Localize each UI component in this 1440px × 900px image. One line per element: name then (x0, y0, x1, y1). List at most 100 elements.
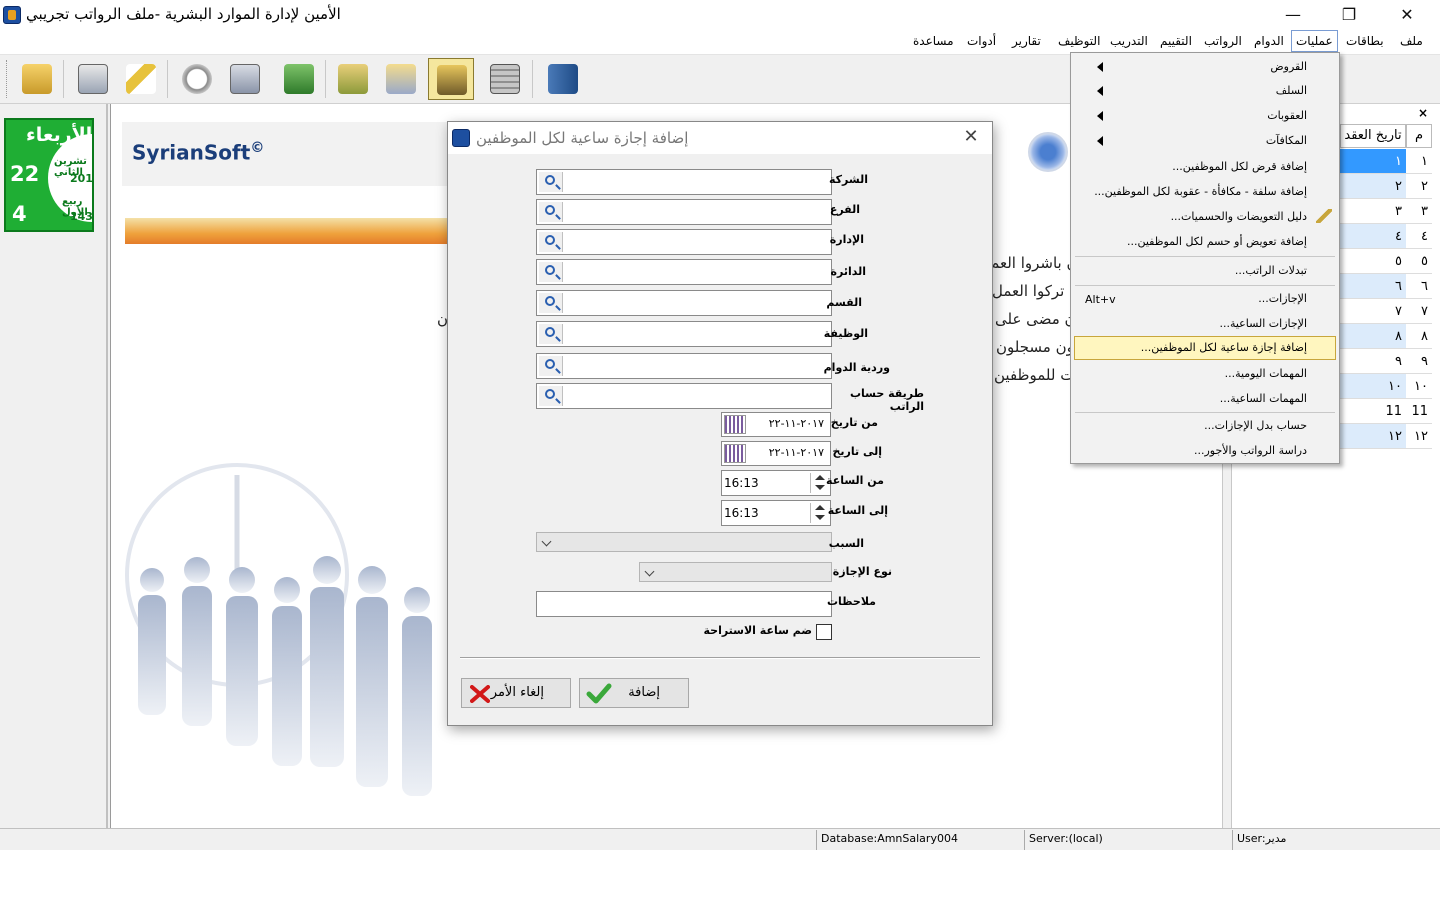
lookup-button[interactable] (539, 356, 563, 376)
menu-item-penalties[interactable]: العقوبات (1267, 105, 1307, 127)
table-cell-index[interactable]: ٦ (1406, 274, 1432, 299)
dialog-title: إضافة إجازة ساعية لكل الموظفين (476, 129, 689, 147)
menu-item-leaves[interactable]: الإجازات... (1258, 288, 1307, 310)
lookup-button[interactable] (539, 262, 563, 282)
table-cell-index[interactable]: ٩ (1406, 349, 1432, 374)
documents-button[interactable] (378, 58, 424, 100)
menu-item-advances[interactable]: السلف (1276, 80, 1307, 102)
table-cell-index[interactable]: ٤ (1406, 224, 1432, 249)
menu-item-add-advance-all[interactable]: إضافة سلفة - مكافأة - عقوبة لكل الموظفين… (1094, 181, 1307, 203)
table-cell-contract-date[interactable]: ١ (1340, 149, 1406, 174)
bg-text-line: ون مسجلون (996, 338, 1074, 356)
menu-help[interactable]: مساعدة (909, 32, 958, 50)
menu-evaluation[interactable]: التقييم (1156, 32, 1196, 50)
books-icon (338, 64, 368, 94)
include-rest-checkbox[interactable] (816, 624, 832, 640)
lookup-button[interactable] (539, 386, 563, 406)
table-cell-index[interactable]: ٨ (1406, 324, 1432, 349)
table-close-icon[interactable]: × (1418, 106, 1428, 120)
menu-reports[interactable]: تقارير (1008, 32, 1045, 50)
menu-hiring[interactable]: التوظيف (1054, 32, 1104, 50)
table-cell-contract-date[interactable]: 11 (1340, 399, 1406, 424)
table-cell-index[interactable]: ١٢ (1406, 424, 1432, 449)
exit-button[interactable] (540, 58, 586, 100)
label-section: القسم (826, 296, 862, 309)
toolbar-grip[interactable] (6, 60, 10, 98)
menu-separator (1075, 412, 1335, 413)
table-cell-index[interactable]: ٢ (1406, 174, 1432, 199)
books-button[interactable] (330, 58, 376, 100)
menu-item-loans[interactable]: القروض (1270, 56, 1307, 78)
table-cell-contract-date[interactable]: ٣ (1340, 199, 1406, 224)
menu-item-compensation-guide[interactable]: دليل التعويضات والحسميات... (1171, 206, 1307, 228)
calendar-icon[interactable] (724, 415, 746, 434)
table-cell-contract-date[interactable]: ٦ (1340, 274, 1406, 299)
menu-item-add-hourly-leave-all[interactable]: إضافة إجازة ساعية لكل الموظفين... (1141, 337, 1307, 359)
table-cell-contract-date[interactable]: ٩ (1340, 349, 1406, 374)
menu-tools[interactable]: أدوات (963, 32, 1000, 50)
menu-attendance[interactable]: الدوام (1250, 32, 1288, 50)
table-cell-index[interactable]: 11 (1406, 399, 1432, 424)
menu-item-leave-allowance[interactable]: حساب بدل الإجازات... (1204, 415, 1307, 437)
table-cell-contract-date[interactable]: ٤ (1340, 224, 1406, 249)
calendar-icon[interactable] (724, 444, 746, 463)
close-window-button[interactable]: ✕ (1384, 0, 1430, 30)
open-folder-button[interactable] (14, 58, 60, 100)
menu-salaries[interactable]: الرواتب (1200, 32, 1246, 50)
menu-item-daily-missions[interactable]: المهمات اليومية... (1225, 363, 1307, 385)
column-header-index[interactable]: م (1406, 124, 1432, 148)
chevron-down-icon (644, 566, 655, 577)
employees-folder-button[interactable] (428, 58, 474, 100)
table-cell-contract-date[interactable]: ٧ (1340, 299, 1406, 324)
minimize-button[interactable]: — (1270, 0, 1316, 30)
table-cell-contract-date[interactable]: ٥ (1340, 249, 1406, 274)
status-user: User:مدير (1232, 830, 1440, 850)
menu-item-add-loan-all[interactable]: إضافة قرض لكل الموظفين... (1172, 156, 1307, 178)
calculator-button[interactable] (482, 58, 528, 100)
salary-method-lookup[interactable] (536, 383, 832, 409)
cash-button[interactable] (276, 58, 322, 100)
table-cell-index[interactable]: ٧ (1406, 299, 1432, 324)
lookup-button[interactable] (539, 324, 563, 344)
menu-item-rewards[interactable]: المكافآت (1266, 130, 1307, 152)
lookup-button[interactable] (539, 172, 563, 192)
menu-item-salary-changes[interactable]: تبدلات الراتب... (1235, 260, 1307, 282)
search-icon (545, 205, 555, 215)
menu-item-add-compensation-all[interactable]: إضافة تعويض أو حسم لكل الموظفين... (1127, 231, 1307, 253)
lookup-button[interactable] (539, 293, 563, 313)
menu-item-salary-study[interactable]: دراسة الرواتب والأجور... (1194, 440, 1307, 462)
table-cell-contract-date[interactable]: ٨ (1340, 324, 1406, 349)
menu-training[interactable]: التدريب (1106, 32, 1152, 50)
employee-card-button[interactable] (70, 58, 116, 100)
submenu-arrow-icon (1097, 136, 1103, 146)
gear-icon[interactable] (1028, 132, 1068, 172)
wrench-icon (1316, 209, 1332, 223)
label-from-time: من الساعة (826, 474, 884, 487)
menu-item-hourly-missions[interactable]: المهمات الساعية... (1220, 388, 1307, 410)
from-time-value: 16:13 (724, 476, 759, 490)
lookup-button[interactable] (539, 202, 563, 222)
table-cell-index[interactable]: ٣ (1406, 199, 1432, 224)
menu-file[interactable]: ملف (1396, 32, 1427, 50)
table-cell-contract-date[interactable]: ٢ (1340, 174, 1406, 199)
employees-folder-icon (437, 65, 467, 95)
table-cell-index[interactable]: ١ (1406, 149, 1432, 174)
clock-button[interactable] (174, 58, 220, 100)
table-cell-index[interactable]: ١٠ (1406, 374, 1432, 399)
column-header-contract-date[interactable]: تاريخ العقد (1340, 124, 1406, 148)
calculator-icon (490, 64, 520, 94)
label-job: الوظيفة (823, 327, 868, 340)
table-cell-contract-date[interactable]: ١٢ (1340, 424, 1406, 449)
tools-button[interactable] (118, 58, 164, 100)
table-cell-contract-date[interactable]: ١٠ (1340, 374, 1406, 399)
menu-cards[interactable]: بطاقات (1342, 32, 1388, 50)
cancel-button[interactable]: إلغاء الأمر (461, 678, 571, 708)
menu-item-hourly-leaves[interactable]: الإجازات الساعية... (1219, 313, 1307, 335)
menu-operations[interactable]: عمليات (1291, 30, 1338, 52)
table-cell-index[interactable]: ٥ (1406, 249, 1432, 274)
add-button[interactable]: إضافة (579, 678, 689, 708)
restore-button[interactable]: ❐ (1326, 0, 1372, 30)
lookup-button[interactable] (539, 232, 563, 252)
dialog-close-button[interactable]: ✕ (958, 125, 984, 149)
timesheet-button[interactable] (222, 58, 268, 100)
